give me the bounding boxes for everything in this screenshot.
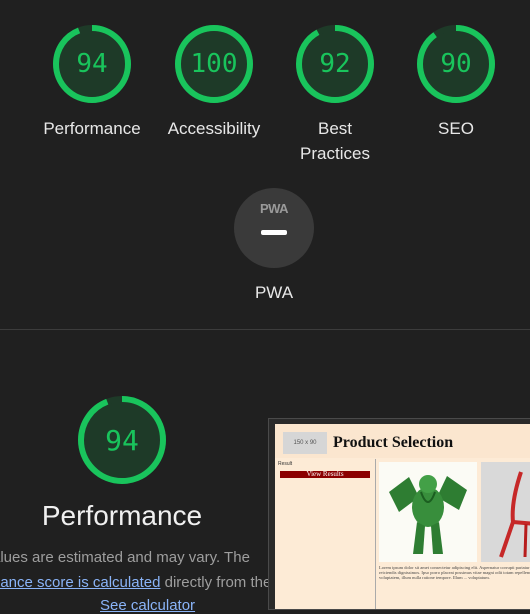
performance-description-3: See calculator	[100, 597, 195, 614]
chair-icon	[499, 471, 530, 558]
performance-section-title: Performance	[41, 500, 203, 531]
section-divider	[0, 329, 530, 330]
pwa-dash-icon	[261, 230, 287, 235]
performance-label[interactable]: Performance	[27, 116, 157, 141]
thumbnail-sidebar: Result View Results	[275, 459, 376, 609]
best-practices-score: 92	[319, 49, 351, 79]
performance-description: alues are estimated and may vary. The	[0, 549, 250, 566]
seo-label[interactable]: SEO	[391, 116, 521, 141]
thumbnail-body-text: Lorem ipsum dolor sit amet consectetur a…	[379, 565, 530, 580]
accessibility-gauge[interactable]: 100	[174, 24, 254, 104]
score-calculated-link[interactable]: nance score is calculated	[0, 574, 160, 591]
performance-description-2: nance score is calculated directly from …	[0, 574, 287, 591]
thumbnail-view-results-button: View Results	[280, 471, 370, 478]
thumbnail-title: Product Selection	[333, 434, 454, 451]
thumbnail-logo: 150 x 90	[283, 432, 327, 454]
thumbnail-header: 150 x 90 Product Selection	[275, 424, 530, 458]
seo-gauge[interactable]: 90	[416, 24, 496, 104]
creature-figure-icon	[389, 475, 467, 554]
thumbnail-page: 150 x 90 Product Selection Result View R…	[275, 424, 530, 609]
seo-score: 90	[440, 49, 472, 79]
description-line-1: alues are estimated and may vary. The	[0, 549, 250, 566]
performance-main-score: 94	[105, 423, 139, 457]
thumbnail-side-text: Result	[278, 461, 293, 467]
pwa-label[interactable]: PWA	[209, 280, 339, 305]
thumbnail-product-image-chair	[481, 462, 530, 562]
performance-main-gauge: 94	[77, 395, 167, 485]
accessibility-score: 100	[190, 49, 238, 79]
performance-gauge[interactable]: 94	[52, 24, 132, 104]
best-practices-gauge[interactable]: 92	[295, 24, 375, 104]
pwa-badge-text: PWA	[259, 201, 289, 216]
best-practices-label[interactable]: Best Practices	[270, 116, 400, 166]
thumbnail-product-image-creature	[379, 462, 477, 562]
pwa-badge[interactable]: PWA	[234, 188, 314, 268]
accessibility-label[interactable]: Accessibility	[149, 116, 279, 141]
final-screenshot-thumbnail[interactable]: 150 x 90 Product Selection Result View R…	[268, 418, 530, 610]
performance-score: 94	[76, 49, 108, 79]
see-calculator-link[interactable]: See calculator	[100, 597, 195, 614]
